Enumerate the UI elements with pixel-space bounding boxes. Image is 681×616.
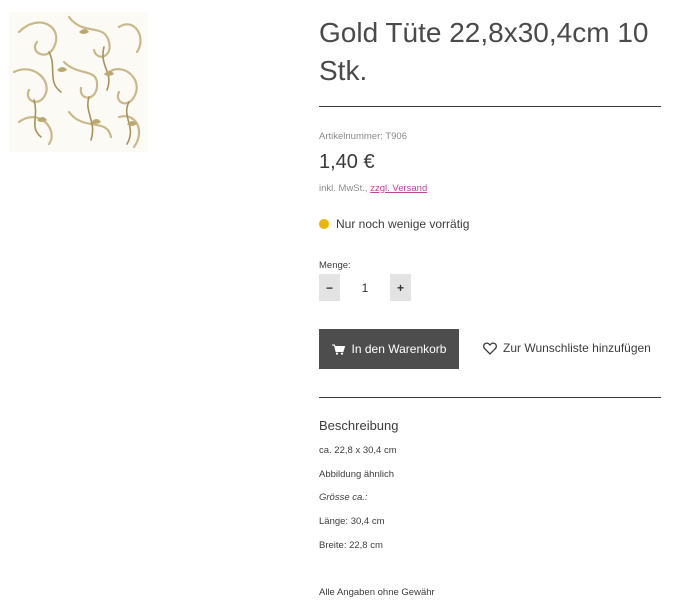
wishlist-label: Zur Wunschliste hinzufügen [503, 341, 651, 355]
quantity-increase-button[interactable]: + [390, 274, 411, 301]
description-line: Grösse ca.: [319, 492, 368, 503]
stock-status: Nur noch wenige vorrätig [319, 217, 469, 231]
stock-dot-icon [319, 219, 329, 229]
description-line: ca. 22,8 x 30,4 cm [319, 445, 397, 456]
tax-info: inkl. MwSt., zzgl. Versand [319, 183, 427, 194]
divider [319, 397, 661, 398]
description-line: Breite: 22,8 cm [319, 540, 383, 551]
tax-prefix: inkl. MwSt., [319, 183, 368, 194]
add-to-cart-button[interactable]: In den Warenkorb [319, 329, 459, 369]
product-title: Gold Tüte 22,8x30,4cm 10 Stk. [319, 17, 649, 86]
product-image[interactable] [9, 12, 148, 152]
quantity-stepper: − + [319, 274, 411, 301]
price: 1,40 € [319, 151, 375, 173]
description-line: Alle Angaben ohne Gewähr [319, 587, 435, 598]
divider [319, 106, 661, 107]
description-line: Länge: 30,4 cm [319, 516, 385, 527]
description-heading: Beschreibung [319, 418, 399, 433]
quantity-input[interactable] [340, 279, 390, 296]
add-to-cart-label: In den Warenkorb [351, 342, 447, 356]
stock-text: Nur noch wenige vorrätig [336, 217, 470, 231]
gold-swirl-pattern-image [12, 15, 142, 149]
quantity-label: Menge: [319, 260, 351, 271]
shopping-cart-icon [331, 344, 345, 355]
sku-label: Artikelnummer: T906 [319, 131, 407, 142]
description-line: Abbildung ähnlich [319, 469, 395, 480]
add-to-wishlist-button[interactable]: Zur Wunschliste hinzufügen [483, 341, 651, 355]
shipping-link[interactable]: zzgl. Versand [370, 183, 427, 194]
quantity-decrease-button[interactable]: − [319, 274, 340, 301]
heart-icon [483, 342, 497, 355]
